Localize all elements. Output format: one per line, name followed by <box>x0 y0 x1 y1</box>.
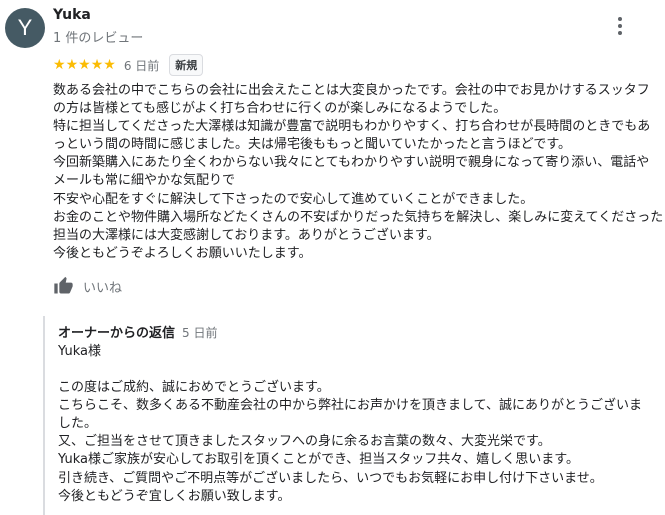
like-button[interactable]: いいね <box>53 276 122 296</box>
review-text-line: 今後ともどうぞよろしくお願いいたします。 <box>53 245 312 261</box>
review-text-line: の方は皆様とても感じがよく打ち合わせに行くのが楽しみになるようでした。 <box>53 101 507 117</box>
avatar[interactable]: Y <box>5 8 45 48</box>
review-text-line: お金のことや物件購入場所などたくさんの不安ばかりだった気持ちを解決し、楽しみに変… <box>53 209 664 225</box>
review-text-line: 担当の大澤様には大変感謝しております。ありがとうございます。 <box>53 227 440 243</box>
star-icon: ★ <box>90 57 104 73</box>
review-text-line: 特に担当してくださった大澤様は知識が豊富で説明もわかりやすく、打ち合わせが長時間… <box>53 119 651 135</box>
like-label: いいね <box>83 280 123 296</box>
owner-reply-line: した。 <box>58 416 98 432</box>
star-icon: ★ <box>65 57 79 73</box>
review-text-line: 今回新築購入にあたり全くわからない我々にとてもわかりやすい説明で親身になって寄り… <box>53 155 650 171</box>
review-text-line: 不安や心配をすぐに解決して下さったので安心して進めていくことができました。 <box>53 191 534 207</box>
owner-reply-line: 今後ともどうぞ宜しくお願い致します。 <box>58 488 291 504</box>
owner-reply-header: オーナーからの返信 5 日前 <box>58 322 217 341</box>
owner-reply-title: オーナーからの返信 <box>58 326 176 341</box>
owner-reply-line <box>58 361 658 379</box>
menu-dot <box>618 31 622 35</box>
review-text-line: 数ある会社の中でこちらの会社に出会えたことは大変良かったです。会社の中でお見かけ… <box>53 83 650 98</box>
star-icon: ★ <box>53 57 66 73</box>
owner-reply-date: 5 日前 <box>182 326 218 340</box>
star-rating: ★ ★ ★ ★ ★ <box>53 57 116 73</box>
owner-reply-text: Yuka様この度はご成約、誠におめでとうございます。こちらこそ、数多くある不動産… <box>58 343 658 506</box>
menu-dot <box>618 17 622 21</box>
review-date: 6 日前 <box>123 58 160 73</box>
review-text-line: っという間の時間に感じました。夫は帰宅後ももっと聞いていたかったと言うほどです。 <box>53 137 572 153</box>
star-icon: ★ <box>78 57 91 73</box>
review-count: 1 件のレビュー <box>53 31 144 46</box>
owner-reply-line: Yuka様ご家族が安心してお取引を頂くことができ、担当スタッフ共々、嬉しく思いま… <box>58 452 579 468</box>
owner-reply-line: Yuka様 <box>58 344 101 359</box>
thumb-up-icon <box>53 276 74 296</box>
new-badge: 新規 <box>169 54 204 76</box>
owner-reply-line: 引き続き、ご質問やご不明点等がございましたら、いつでもお気軽にお申し付け下さいま… <box>58 470 603 486</box>
owner-reply-line: この度はご成約、誠におめでとうございます。 <box>58 380 330 396</box>
owner-reply-line: こちらこそ、数多くある不動産会社の中から弊社にお声かけを頂きまして、誠にありがと… <box>58 398 642 414</box>
star-icon: ★ <box>103 57 116 73</box>
author-name[interactable]: Yuka <box>53 7 91 23</box>
more-vert-icon[interactable] <box>612 14 628 38</box>
review-text: 数ある会社の中でこちらの会社に出会えたことは大変良かったです。会社の中でお見かけ… <box>53 82 664 263</box>
review-meta: ★ ★ ★ ★ ★ 6 日前 新規 <box>53 54 204 76</box>
review-text-line: メールも常に細やかな気配りで <box>53 173 236 189</box>
owner-reply: オーナーからの返信 5 日前 Yuka様この度はご成約、誠におめでとうございます… <box>43 316 665 515</box>
owner-reply-line: 又、ご担当をさせて頂きましたスタッフへの身に余るお言葉の数々、大変光栄です。 <box>58 434 551 450</box>
menu-dot <box>618 24 622 28</box>
